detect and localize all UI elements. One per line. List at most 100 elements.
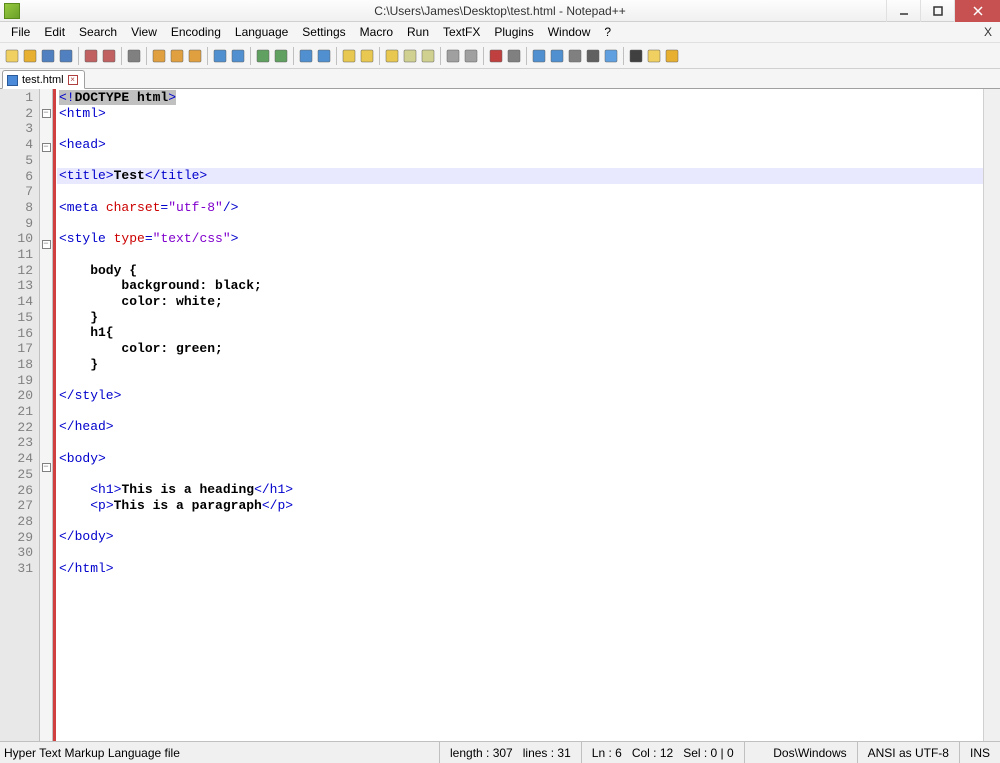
macro-play-multi-icon[interactable] [585, 48, 601, 64]
fold-column[interactable]: − − − − [40, 89, 53, 741]
menu-textfx[interactable]: TextFX [436, 23, 487, 41]
new-file-icon[interactable] [4, 48, 20, 64]
fold-toggle[interactable]: − [42, 143, 51, 152]
code-line[interactable]: </style> [57, 388, 983, 404]
code-line[interactable]: </head> [57, 419, 983, 435]
line-number: 28 [0, 514, 33, 530]
code-line[interactable]: color: white; [57, 294, 983, 310]
code-line[interactable]: <title>Test</title> [57, 168, 983, 184]
toolbar-separator [250, 47, 251, 65]
code-line[interactable] [57, 153, 983, 169]
menu-encoding[interactable]: Encoding [164, 23, 228, 41]
code-line[interactable]: } [57, 357, 983, 373]
menu-macro[interactable]: Macro [353, 23, 400, 41]
code-line[interactable] [57, 514, 983, 530]
ds-icon[interactable] [628, 48, 644, 64]
macro-save-icon[interactable] [603, 48, 619, 64]
maximize-button[interactable] [920, 0, 954, 22]
code-line[interactable]: background: black; [57, 278, 983, 294]
menu-help[interactable]: ? [597, 23, 618, 41]
menu-close-x[interactable]: X [984, 25, 992, 39]
code-line[interactable] [57, 372, 983, 388]
fold-toggle[interactable]: − [42, 463, 51, 472]
line-number: 31 [0, 561, 33, 577]
menu-settings[interactable]: Settings [295, 23, 352, 41]
code-line[interactable]: <meta charset="utf-8"/> [57, 200, 983, 216]
macro-stop-icon[interactable] [549, 48, 565, 64]
status-mode: INS [960, 742, 1000, 763]
save-icon[interactable] [40, 48, 56, 64]
zoom-out-icon[interactable] [316, 48, 332, 64]
compare-icon[interactable] [664, 48, 680, 64]
code-line[interactable]: color: green; [57, 341, 983, 357]
code-line[interactable] [57, 247, 983, 263]
menu-language[interactable]: Language [228, 23, 295, 41]
paste-icon[interactable] [187, 48, 203, 64]
menu-edit[interactable]: Edit [37, 23, 72, 41]
code-line[interactable]: body { [57, 263, 983, 279]
tab-close-icon[interactable]: × [68, 75, 78, 85]
code-line[interactable]: <style type="text/css"> [57, 231, 983, 247]
func-list-icon[interactable] [488, 48, 504, 64]
toolbar-separator [146, 47, 147, 65]
code-line[interactable] [57, 545, 983, 561]
code-line[interactable]: <html> [57, 106, 983, 122]
print-icon[interactable] [126, 48, 142, 64]
fold-toggle[interactable]: − [42, 109, 51, 118]
line-number: 22 [0, 420, 33, 436]
sync-v-icon[interactable] [341, 48, 357, 64]
menu-view[interactable]: View [124, 23, 164, 41]
undo-icon[interactable] [212, 48, 228, 64]
menu-window[interactable]: Window [541, 23, 598, 41]
menu-file[interactable]: File [4, 23, 37, 41]
code-line[interactable] [57, 121, 983, 137]
code-line[interactable] [57, 404, 983, 420]
code-line[interactable] [57, 184, 983, 200]
code-line[interactable] [57, 467, 983, 483]
code-area[interactable]: <!DOCTYPE html><html> <head> <title>Test</… [53, 89, 983, 741]
code-line[interactable] [57, 216, 983, 232]
menu-search[interactable]: Search [72, 23, 124, 41]
code-line[interactable] [57, 435, 983, 451]
menu-run[interactable]: Run [400, 23, 436, 41]
open-file-icon[interactable] [22, 48, 38, 64]
line-number: 14 [0, 294, 33, 310]
replace-icon[interactable] [273, 48, 289, 64]
copy-icon[interactable] [169, 48, 185, 64]
code-line[interactable]: <h1>This is a heading</h1> [57, 482, 983, 498]
redo-icon[interactable] [230, 48, 246, 64]
wordwrap-icon[interactable] [384, 48, 400, 64]
code-line[interactable]: } [57, 310, 983, 326]
code-line[interactable]: h1{ [57, 325, 983, 341]
close-icon[interactable] [83, 48, 99, 64]
code-line[interactable]: <!DOCTYPE html> [57, 90, 983, 106]
vertical-scrollbar[interactable] [983, 89, 1000, 741]
folder-icon[interactable] [506, 48, 522, 64]
show-chars-icon[interactable] [402, 48, 418, 64]
indent-guide-icon[interactable] [420, 48, 436, 64]
minimize-button[interactable] [886, 0, 920, 22]
line-number: 27 [0, 498, 33, 514]
code-line[interactable]: </body> [57, 529, 983, 545]
fold-toggle[interactable]: − [42, 240, 51, 249]
code-line[interactable]: </html> [57, 561, 983, 577]
macro-play-icon[interactable] [567, 48, 583, 64]
code-line[interactable]: <p>This is a paragraph</p> [57, 498, 983, 514]
close-all-icon[interactable] [101, 48, 117, 64]
doc-map-icon[interactable] [463, 48, 479, 64]
find-icon[interactable] [255, 48, 271, 64]
close-button[interactable] [954, 0, 1000, 22]
spellcheck-icon[interactable] [646, 48, 662, 64]
macro-record-icon[interactable] [531, 48, 547, 64]
cut-icon[interactable] [151, 48, 167, 64]
code-line[interactable]: <body> [57, 451, 983, 467]
lang-icon[interactable] [445, 48, 461, 64]
menu-plugins[interactable]: Plugins [487, 23, 540, 41]
zoom-in-icon[interactable] [298, 48, 314, 64]
editor[interactable]: 1234567891011121314151617181920212223242… [0, 89, 1000, 741]
file-tab[interactable]: test.html × [2, 70, 85, 89]
line-number: 6 [0, 169, 33, 185]
sync-h-icon[interactable] [359, 48, 375, 64]
code-line[interactable]: <head> [57, 137, 983, 153]
save-all-icon[interactable] [58, 48, 74, 64]
